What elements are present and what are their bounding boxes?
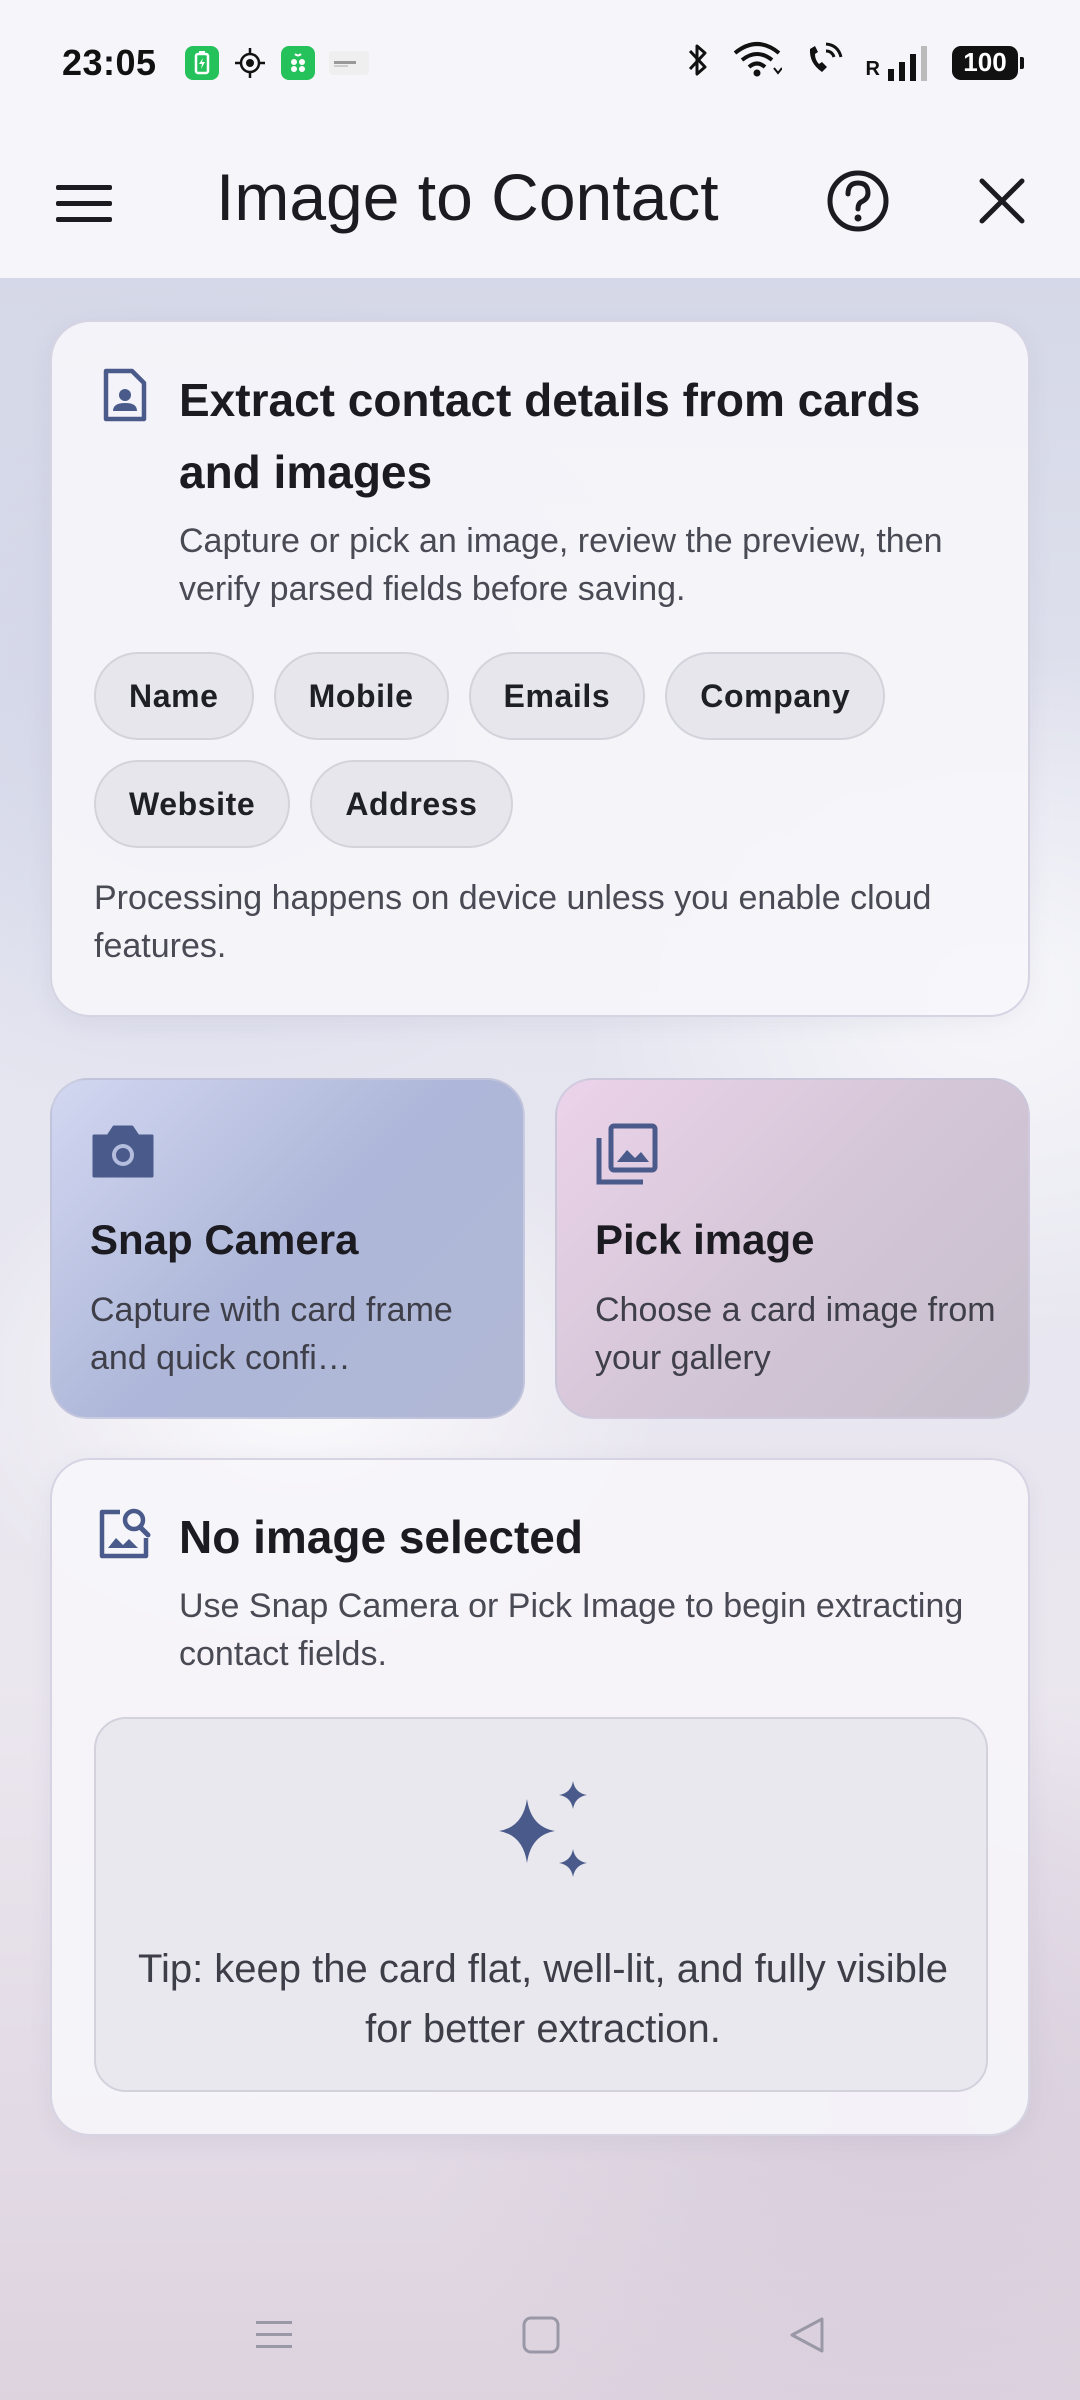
menu-icon bbox=[56, 185, 112, 222]
contact-page-icon bbox=[100, 367, 150, 428]
info-subtitle: Capture or pick an image, review the pre… bbox=[179, 522, 943, 608]
page-title: Image to Contact bbox=[216, 160, 719, 234]
chip-name: Name bbox=[94, 652, 254, 740]
app-bar: Image to Contact bbox=[0, 125, 1080, 278]
back-button[interactable] bbox=[774, 2302, 840, 2368]
home-button[interactable] bbox=[508, 2302, 574, 2368]
chip-address: Address bbox=[310, 760, 513, 848]
signal-roaming-label: R bbox=[865, 57, 880, 80]
location-target-icon bbox=[233, 46, 267, 80]
menu-button[interactable] bbox=[46, 165, 122, 241]
close-icon bbox=[979, 178, 1025, 224]
image-search-icon bbox=[96, 1506, 152, 1567]
help-button[interactable] bbox=[820, 163, 896, 239]
tip-box: Tip: keep the card flat, well-lit, and f… bbox=[94, 1717, 988, 2092]
status-bar: 23:05 R 100 bbox=[0, 0, 1080, 125]
close-button[interactable] bbox=[964, 163, 1040, 239]
camera-icon bbox=[90, 1122, 156, 1185]
recents-icon bbox=[256, 2321, 292, 2348]
notification-thumb-icon bbox=[328, 50, 369, 75]
info-card: Extract contact details from cards and i… bbox=[50, 320, 1030, 1017]
recents-button[interactable] bbox=[241, 2302, 307, 2368]
field-chips: Name Mobile Emails Company Website Addre… bbox=[94, 652, 994, 848]
wifi-icon bbox=[732, 41, 783, 84]
empty-state-title: No image selected bbox=[179, 1511, 583, 1563]
home-icon bbox=[522, 2316, 560, 2354]
back-icon bbox=[790, 2317, 824, 2353]
chip-emails: Emails bbox=[468, 652, 646, 740]
snap-camera-description: Capture with card frame and quick confi… bbox=[90, 1291, 453, 1377]
app-grid-icon bbox=[280, 45, 315, 80]
chip-website: Website bbox=[94, 760, 291, 848]
wifi-call-icon bbox=[804, 41, 844, 84]
pick-image-title: Pick image bbox=[595, 1216, 815, 1263]
cell-signal-icon: R bbox=[866, 45, 930, 81]
status-notification-icons bbox=[184, 45, 369, 80]
sparkle-icon bbox=[491, 1779, 595, 1888]
pick-image-button[interactable]: Pick image Choose a card image from your… bbox=[555, 1078, 1030, 1419]
snap-camera-button[interactable]: Snap Camera Capture with card frame and … bbox=[50, 1078, 525, 1419]
snap-camera-title: Snap Camera bbox=[90, 1216, 359, 1263]
preview-card: No image selected Use Snap Camera or Pic… bbox=[50, 1458, 1030, 2136]
pick-image-description: Choose a card image from your gallery bbox=[595, 1291, 996, 1377]
tip-text: Tip: keep the card flat, well-lit, and f… bbox=[138, 1947, 948, 2051]
battery-indicator: 100 bbox=[952, 45, 1024, 80]
photo-library-icon bbox=[595, 1122, 659, 1191]
info-title: Extract contact details from cards and i… bbox=[179, 374, 921, 498]
chip-company: Company bbox=[665, 652, 886, 740]
bluetooth-icon bbox=[686, 41, 710, 84]
battery-saver-icon bbox=[184, 45, 219, 80]
info-footer: Processing happens on device unless you … bbox=[94, 879, 932, 965]
system-nav-bar bbox=[0, 2290, 1080, 2380]
empty-state-subtitle: Use Snap Camera or Pick Image to begin e… bbox=[179, 1587, 964, 1673]
chip-mobile: Mobile bbox=[273, 652, 449, 740]
help-icon bbox=[827, 170, 889, 232]
status-time: 23:05 bbox=[62, 41, 157, 83]
status-system-icons: R 100 bbox=[686, 41, 1024, 84]
